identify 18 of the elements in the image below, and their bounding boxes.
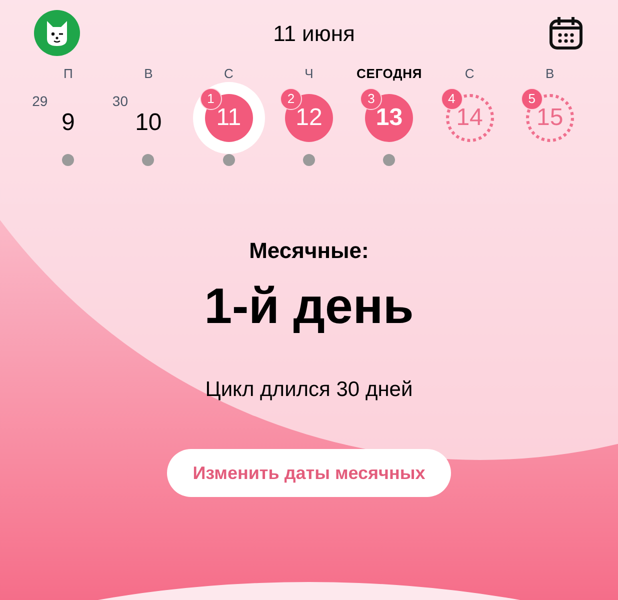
day-number[interactable]: 10 (135, 105, 162, 141)
day-number[interactable]: 9 (61, 105, 75, 141)
change-dates-button[interactable]: Изменить даты месячных (166, 449, 452, 497)
previous-date: 30 (112, 94, 128, 108)
weekday-label: Ч (304, 65, 314, 82)
previous-date: 29 (32, 94, 48, 108)
weekday-label: В (144, 65, 153, 82)
weekday-label: СЕГОДНЯ (356, 65, 422, 82)
cycle-note: Цикл длился 30 дней (205, 376, 413, 402)
weekday-label: В (546, 65, 554, 82)
status-label: Месячные: (249, 237, 369, 265)
weekday-label: П (63, 65, 73, 82)
weekday-label: С (224, 65, 234, 82)
status-value: 1-й день (204, 277, 414, 336)
day-badge: 1 (200, 88, 222, 110)
date-title: 11 июня (273, 20, 355, 48)
calendar-icon[interactable] (548, 15, 584, 51)
weekday-label: С (464, 65, 474, 82)
